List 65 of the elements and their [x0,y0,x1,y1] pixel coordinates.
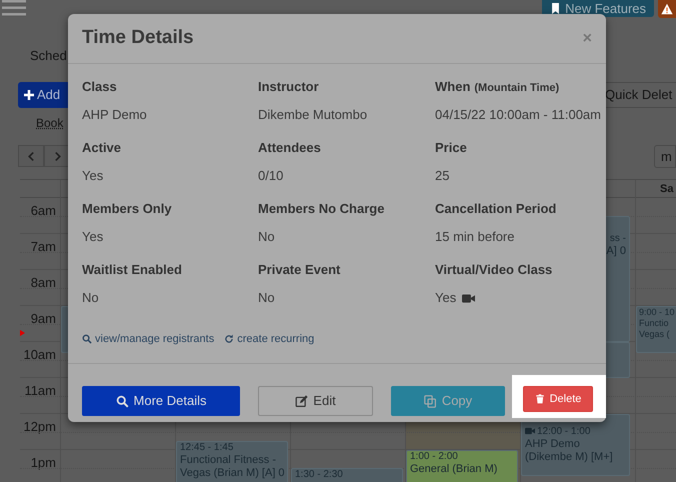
field-value: No [82,289,99,307]
event-text: General (Brian M) [410,463,498,476]
field-label: Members No Charge [258,200,386,218]
time-label: 10am [22,346,57,364]
time-label: 8am [30,274,57,292]
search-icon [82,334,92,344]
field-value: 15 min before [435,228,514,246]
field-label: Price [435,139,468,157]
new-features-button[interactable]: New Features [542,0,654,17]
field-value: No [258,289,275,307]
calendar-event[interactable]: 1:00 - 2:00 General (Brian M) [406,450,518,482]
field-label: Instructor [258,78,320,96]
field-value: 25 [435,167,450,185]
plus-icon [24,90,34,100]
time-label: 1pm [30,454,57,472]
field-label: Attendees [258,139,322,157]
field-label: Class [82,78,118,96]
field-label: When [435,78,470,96]
time-label: 7am [30,238,57,256]
field-value: Dikembe Mutombo [258,106,368,124]
close-button[interactable]: × [582,30,592,46]
field-value: AHP Demo [82,106,147,124]
time-label: 9am [30,310,57,328]
field-value: Yes [435,289,456,307]
time-label: 11am [23,382,57,400]
edit-button[interactable]: Edit [258,386,373,416]
field-note: (Mountain Time) [474,81,560,96]
copy-icon [424,394,437,408]
day-header: Sa [660,182,674,197]
tab-label[interactable]: Sched [30,46,66,66]
field-value: 0/10 [258,167,284,185]
field-value: Yes [82,228,104,246]
book-link[interactable]: Book [36,114,64,132]
next-button[interactable] [44,145,70,167]
delete-button[interactable]: Delete [523,386,593,412]
menu-icon[interactable] [2,0,26,16]
video-camera-icon [525,426,535,436]
chevron-left-icon [26,150,36,162]
refresh-icon [224,334,234,344]
field-value: 04/15/22 10:00am - 11:00am [435,106,601,124]
alert-button[interactable] [658,0,676,18]
edit-icon [295,394,308,408]
view-button[interactable]: m [654,145,676,168]
time-label: 12pm [22,418,57,436]
modal-title: Time Details [82,27,194,50]
field-label: Cancellation Period [435,200,558,218]
field-label: Virtual/Video Class [435,261,554,279]
copy-button[interactable]: Copy [391,386,505,416]
field-label: Active [82,139,122,157]
warning-icon [661,3,673,15]
field-value: Yes [82,167,104,185]
trash-icon [534,394,545,404]
field-value: No [258,228,275,246]
bookmark-icon [550,2,562,15]
chevron-right-icon [52,150,62,162]
search-icon [116,394,129,408]
action-link[interactable]: create recurring [224,326,314,352]
action-link[interactable]: view/manage registrants [82,326,214,352]
field-label: Members Only [82,200,173,218]
details-button[interactable]: More Details [82,386,240,416]
field-label: Private Event [258,261,342,279]
event-text: 1:00 - 2:00 [410,451,459,463]
field-label: Waitlist Enabled [82,261,183,279]
time-label: 6am [30,202,57,220]
video-camera-icon [462,292,476,304]
